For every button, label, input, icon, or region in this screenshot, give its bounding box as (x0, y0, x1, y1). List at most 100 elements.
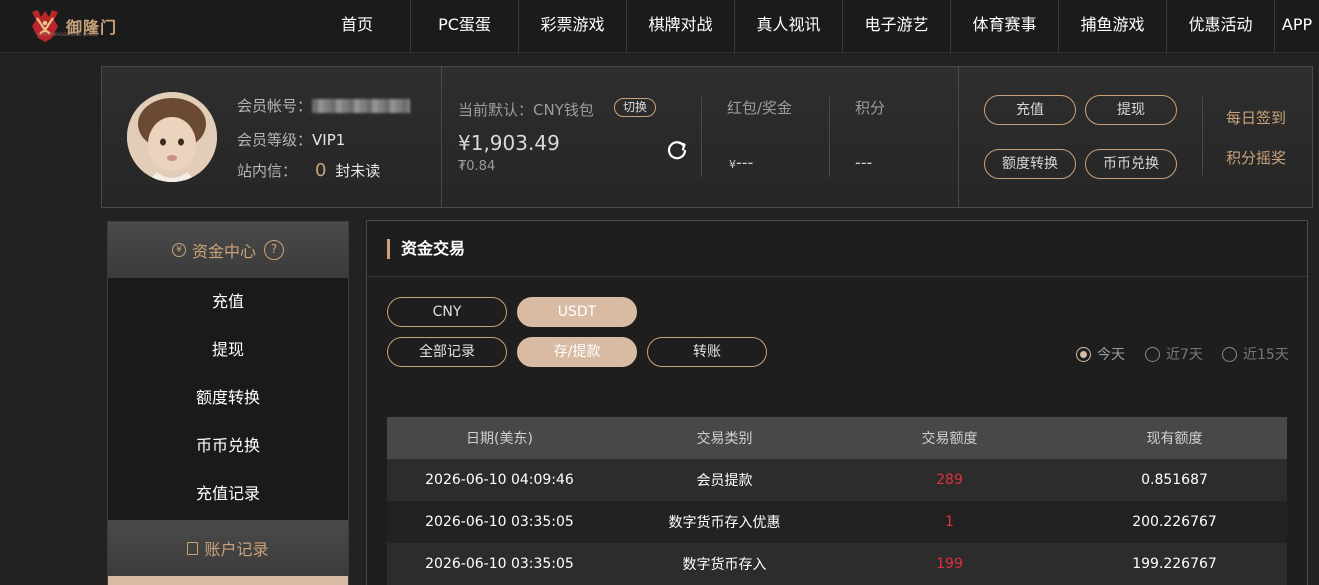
nav-item[interactable]: 体育赛事 (950, 0, 1058, 53)
sidebar: ¥ 资金中心 ? 充值 提现 额度转换 币币兑换 充值记录 账户记录 (107, 221, 349, 585)
table-row: 2026-06-10 04:09:46 会员提款 289 0.851687 (387, 459, 1287, 501)
nav-item[interactable]: 首页 (304, 0, 410, 53)
main-menu: 首页 PC蛋蛋 彩票游戏 棋牌对战 真人视讯 电子游艺 体育赛事 捕鱼游戏 优惠活动 APP (304, 0, 1319, 53)
nav-item[interactable]: 棋牌对战 (626, 0, 734, 53)
divider (367, 276, 1307, 277)
table-cell: 数字货币存入优惠 (612, 501, 837, 543)
nav-item[interactable]: 捕鱼游戏 (1058, 0, 1166, 53)
table-cell: 2026-06-10 03:35:05 (387, 543, 612, 585)
sidebar-items: 充值 提现 额度转换 币币兑换 充值记录 (108, 278, 348, 518)
level-value: VIP1 (312, 131, 346, 149)
column-header: 交易类别 (612, 417, 837, 459)
table-cell: 1 (837, 501, 1062, 543)
divider (1202, 97, 1203, 175)
sidebar-item[interactable]: 充值 (108, 278, 348, 326)
yen-icon: ¥ (171, 243, 186, 257)
deposit-button[interactable]: 充值 (984, 95, 1076, 125)
wallet-balance: ¥1,903.49 (458, 131, 560, 155)
wallet-sub-balance: ₮0.84 (458, 159, 496, 174)
account-label: 会员帐号： (237, 97, 313, 115)
table-cell: 199 (837, 543, 1062, 585)
table-cell: 会员提款 (612, 459, 837, 501)
nav-item[interactable]: 优惠活动 (1166, 0, 1274, 53)
table-header-row: 日期(美东) 交易类别 交易额度 现有额度 (387, 417, 1287, 459)
inbox-row[interactable]: 站内信： 0 封未读 (237, 160, 380, 181)
column-header: 现有额度 (1062, 417, 1287, 459)
tab-usdt[interactable]: USDT (517, 297, 637, 327)
points-shake-link[interactable]: 积分摇奖 (1226, 147, 1286, 168)
nav-item[interactable]: APP (1274, 0, 1319, 53)
document-icon (187, 541, 199, 555)
divider (829, 97, 830, 177)
nav-item[interactable]: 电子游艺 (842, 0, 950, 53)
range-7days-radio[interactable]: 近7天 (1145, 344, 1203, 364)
avatar[interactable] (127, 92, 217, 182)
sidebar-section-account-records[interactable]: 账户记录 (108, 520, 348, 576)
bonus-value: ¥--- (729, 153, 753, 172)
nav-item[interactable]: 真人视讯 (734, 0, 842, 53)
member-panel: 会员帐号： 会员等级：VIP1 站内信： 0 封未读 当前默认：CNY钱包 切换 … (101, 66, 1313, 208)
nav-item[interactable]: 彩票游戏 (518, 0, 626, 53)
level-label: 会员等级： (237, 131, 313, 149)
refresh-icon[interactable] (666, 139, 688, 161)
table-cell: 0.851687 (1062, 459, 1287, 501)
table-cell: 199.226767 (1062, 543, 1287, 585)
level-row: 会员等级：VIP1 (237, 129, 345, 150)
table-body: 2026-06-10 04:09:46 会员提款 289 0.851687 2026-0… (387, 459, 1287, 585)
sidebar-section-fund-center[interactable]: ¥ 资金中心 ? (108, 222, 348, 278)
inbox-unit: 封未读 (335, 162, 381, 180)
transactions-table: 日期(美东) 交易类别 交易额度 现有额度 2026-06-10 04:09:4… (387, 417, 1287, 585)
divider (958, 67, 959, 207)
top-nav: 御隆门 ROYAL DRAGON GATE CASINO 首页 PC蛋蛋 彩票游戏棋… (0, 0, 1319, 53)
radio-dot (1222, 346, 1237, 362)
sidebar-item[interactable]: 提现 (108, 326, 348, 374)
table-cell: 2026-06-10 04:09:46 (387, 459, 612, 501)
points-value: --- (855, 153, 873, 172)
sidebar-item[interactable]: 充值记录 (108, 470, 348, 518)
column-header: 交易额度 (837, 417, 1062, 459)
range-today-radio[interactable]: 今天 (1076, 344, 1125, 364)
points-label: 积分 (855, 99, 886, 117)
switch-wallet-button[interactable]: 切换 (614, 98, 656, 117)
table-row: 2026-06-10 03:35:05 数字货币存入 199 199.226767 (387, 543, 1287, 585)
table-cell: 200.226767 (1062, 501, 1287, 543)
range-label: 近15天 (1243, 347, 1289, 363)
bonus-amount: --- (736, 153, 754, 172)
nav-item[interactable]: PC蛋蛋 (410, 0, 518, 53)
radio-dot (1145, 346, 1160, 362)
sidebar-item[interactable]: 币币兑换 (108, 422, 348, 470)
site-logo[interactable]: 御隆门 (28, 6, 117, 46)
table-row: 2026-06-10 03:35:05 数字货币存入优惠 1 200.226767 (387, 501, 1287, 543)
table-cell: 289 (837, 459, 1062, 501)
daily-checkin-link[interactable]: 每日签到 (1226, 107, 1286, 128)
inbox-label: 站内信： (237, 162, 298, 180)
range-15days-radio[interactable]: 近15天 (1222, 344, 1289, 364)
table-cell: 数字货币存入 (612, 543, 837, 585)
tab-cny[interactable]: CNY (387, 297, 507, 327)
exchange-button[interactable]: 币币兑换 (1085, 149, 1177, 179)
sidebar-item[interactable]: 额度转换 (108, 374, 348, 422)
page-title: 资金交易 (387, 239, 465, 259)
inbox-count: 0 (315, 160, 327, 181)
bonus-currency: ¥ (729, 158, 736, 171)
dragon-logo-icon (32, 10, 58, 42)
transfer-button[interactable]: 额度转换 (984, 149, 1076, 179)
account-value-blurred (312, 99, 411, 113)
account-row: 会员帐号： (237, 95, 411, 116)
withdraw-button[interactable]: 提现 (1085, 95, 1177, 125)
main-panel: 资金交易 CNY USDT 全部记录 存/提款 转账 今天 近7天 近15天 日… (366, 220, 1308, 585)
sidebar-section-label: 账户记录 (204, 540, 269, 559)
divider (441, 67, 442, 207)
divider (701, 97, 702, 177)
baby-avatar-icon (127, 92, 217, 182)
range-label: 今天 (1097, 347, 1125, 363)
tab-all-records[interactable]: 全部记录 (387, 337, 507, 367)
brand-sub: ROYAL DRAGON GATE CASINO (38, 32, 99, 37)
help-icon[interactable]: ? (264, 240, 284, 260)
sidebar-item-active[interactable] (108, 576, 348, 585)
range-label: 近7天 (1166, 347, 1203, 363)
tab-transfer[interactable]: 转账 (647, 337, 767, 367)
bonus-label: 红包/奖金 (727, 99, 793, 117)
sidebar-section-label: 资金中心 (191, 242, 256, 261)
tab-deposit-withdraw[interactable]: 存/提款 (517, 337, 637, 367)
